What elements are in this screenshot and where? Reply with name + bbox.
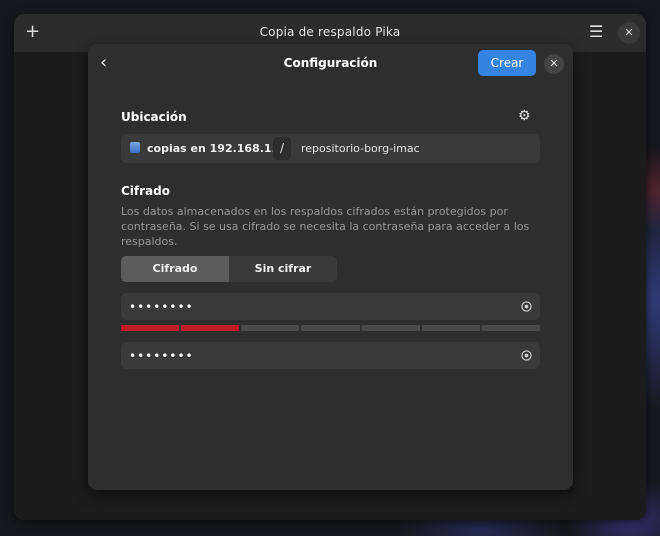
- strength-segment: [121, 325, 180, 331]
- eye-icon[interactable]: [521, 301, 532, 312]
- hamburger-menu-icon[interactable]: ☰: [589, 24, 603, 40]
- strength-segment: [421, 325, 480, 331]
- dialog-headerbar: ‹ Configuración Crear ✕: [88, 44, 573, 82]
- password-strength-bar: [121, 325, 540, 331]
- location-host: copias en 192.168.1.2: [147, 142, 284, 155]
- location-path: repositorio-borg-imac: [301, 142, 420, 155]
- strength-segment: [301, 325, 360, 331]
- location-path-bar[interactable]: copias en 192.168.1.2 / repositorio-borg…: [121, 134, 540, 163]
- encryption-heading: Cifrado: [121, 184, 170, 198]
- password-repeat-field[interactable]: [121, 342, 540, 369]
- network-drive-icon: [130, 142, 140, 153]
- password-field[interactable]: [121, 293, 540, 320]
- location-heading: Ubicación: [121, 110, 187, 124]
- create-button[interactable]: Crear: [478, 50, 536, 76]
- path-separator-button[interactable]: /: [273, 137, 291, 160]
- configuration-dialog: ‹ Configuración Crear ✕ Ubicación ⚙ copi…: [88, 44, 573, 490]
- strength-segment: [181, 325, 240, 331]
- strength-segment: [481, 325, 540, 331]
- eye-icon[interactable]: [521, 350, 532, 361]
- encryption-toggle-group: Cifrado Sin cifrar: [121, 256, 337, 282]
- encryption-description: Los datos almacenados en los respaldos c…: [121, 205, 530, 248]
- password-input[interactable]: [129, 297, 509, 316]
- toggle-encrypted[interactable]: Cifrado: [121, 256, 229, 282]
- password-repeat-input[interactable]: [129, 346, 509, 365]
- gear-icon[interactable]: ⚙: [518, 108, 531, 124]
- close-icon[interactable]: ✕: [618, 22, 640, 44]
- strength-segment: [361, 325, 420, 331]
- dialog-close-icon[interactable]: ✕: [544, 54, 564, 74]
- toggle-unencrypted[interactable]: Sin cifrar: [229, 256, 337, 282]
- strength-segment: [241, 325, 300, 331]
- window-title: Copia de respaldo Pika: [259, 25, 401, 39]
